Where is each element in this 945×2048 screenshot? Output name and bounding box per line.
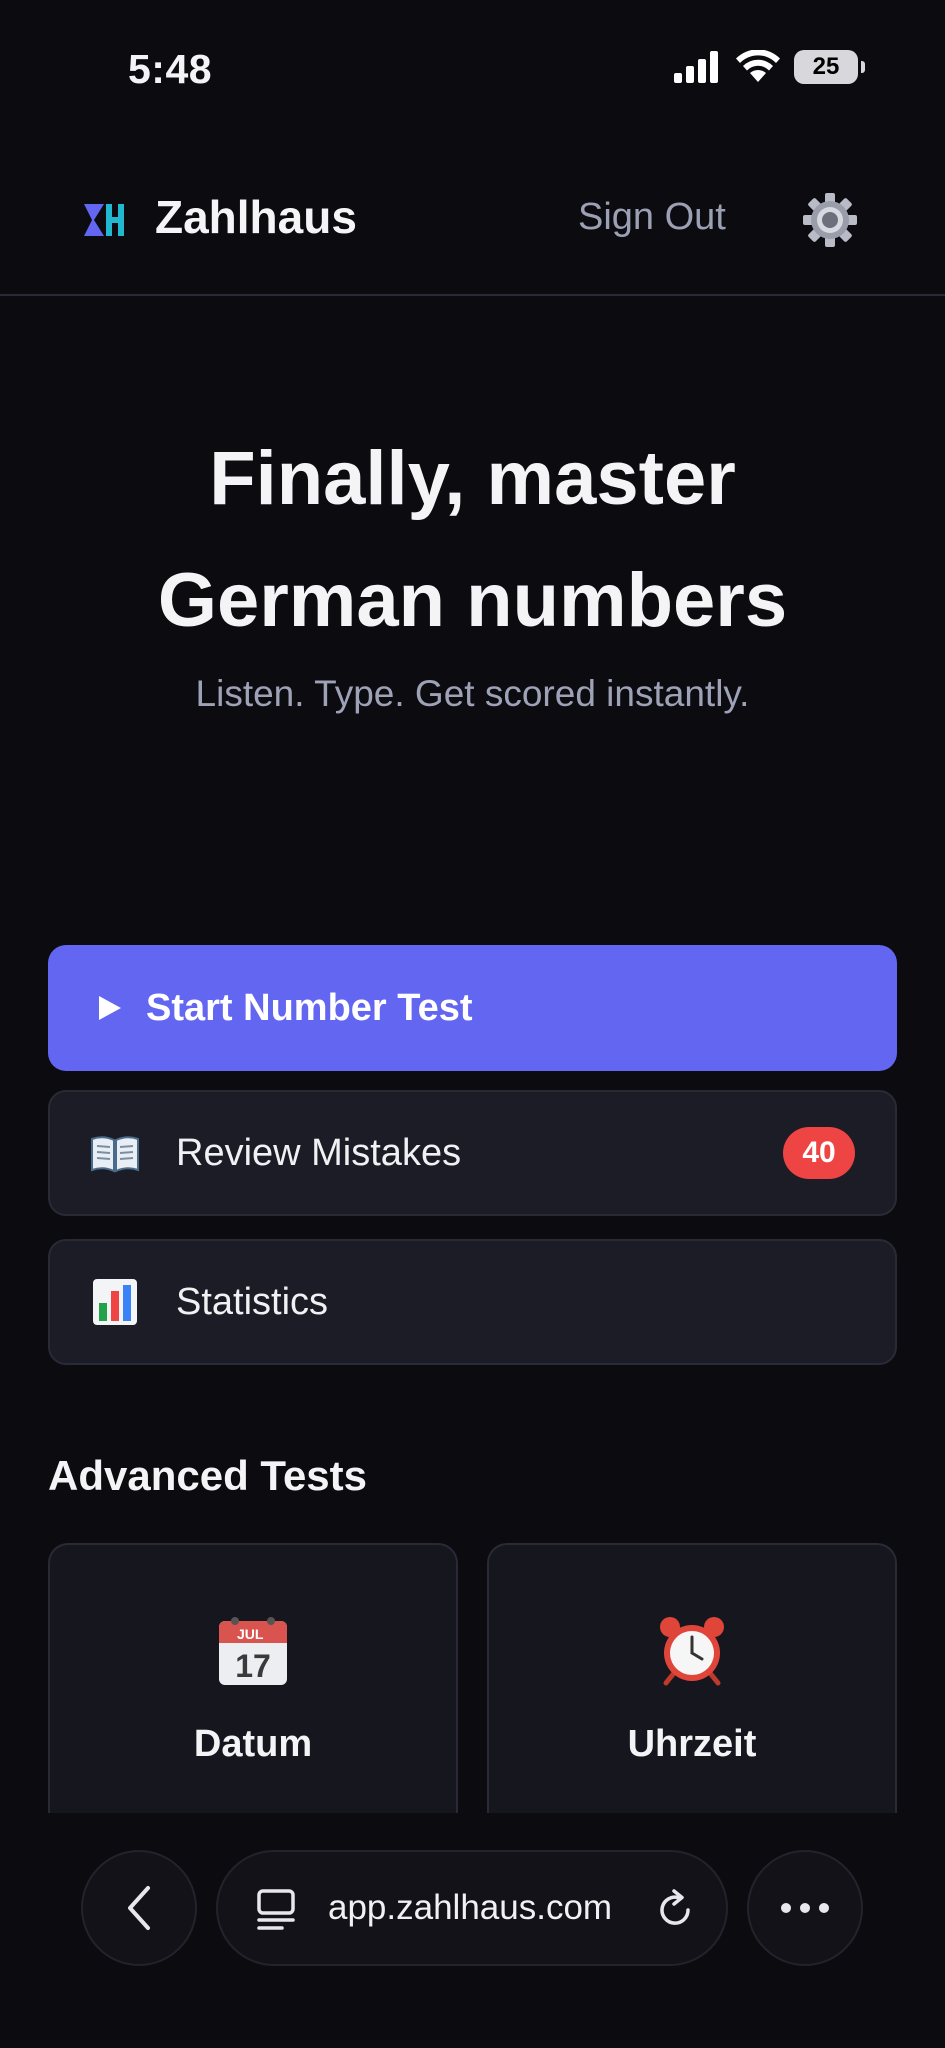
calendar-month-text: JUL bbox=[237, 1626, 264, 1642]
signal-icon bbox=[674, 51, 718, 83]
advanced-tests-heading: Advanced Tests bbox=[48, 1452, 367, 1499]
bar-chart-icon bbox=[90, 1277, 140, 1327]
wifi-icon bbox=[736, 50, 780, 82]
play-icon bbox=[84, 983, 134, 1033]
battery-icon: 25 bbox=[794, 50, 865, 84]
alarm-clock-icon bbox=[489, 1615, 895, 1687]
open-book-icon bbox=[90, 1128, 140, 1178]
status-time: 5:48 bbox=[128, 46, 213, 92]
zahlhaus-logo-icon[interactable] bbox=[82, 198, 126, 242]
datum-test-card[interactable]: JUL 17 Datum bbox=[48, 1543, 458, 1813]
reload-icon[interactable] bbox=[654, 1888, 696, 1932]
more-icon bbox=[781, 1903, 829, 1913]
calendar-icon: JUL 17 bbox=[50, 1615, 456, 1687]
app-name: Zahlhaus bbox=[155, 191, 357, 243]
app-header: Zahlhaus Sign Out bbox=[0, 170, 945, 296]
sign-out-button[interactable]: Sign Out bbox=[578, 196, 726, 239]
hero-subtitle: Listen. Type. Get scored instantly. bbox=[195, 673, 750, 714]
browser-more-button[interactable] bbox=[747, 1850, 863, 1966]
uhrzeit-card-label: Uhrzeit bbox=[627, 1723, 757, 1765]
address-bar[interactable]: app.zahlhaus.com bbox=[216, 1850, 728, 1966]
status-bar: 5:48 25 bbox=[0, 0, 945, 140]
status-icons: 25 bbox=[674, 50, 865, 84]
hero-title-line1: Finally, master bbox=[209, 436, 736, 521]
app-screen: 5:48 25 Zahlhaus Sign Out Finally, maste… bbox=[0, 0, 945, 2048]
battery-nub bbox=[861, 61, 865, 73]
review-mistakes-button[interactable]: Review Mistakes 40 bbox=[48, 1090, 897, 1216]
hero-title: Finally, master German numbers bbox=[0, 418, 945, 662]
calendar-day-text: 17 bbox=[235, 1648, 271, 1684]
battery-level: 25 bbox=[794, 50, 858, 84]
gear-icon[interactable] bbox=[802, 192, 858, 248]
start-number-test-label: Start Number Test bbox=[146, 986, 473, 1029]
review-mistakes-label: Review Mistakes bbox=[176, 1131, 462, 1174]
back-chevron-icon bbox=[128, 1886, 150, 1930]
battery-text: 25 bbox=[812, 53, 840, 80]
url-text: app.zahlhaus.com bbox=[328, 1888, 613, 1927]
hero-title-line2: German numbers bbox=[157, 558, 788, 643]
uhrzeit-test-card[interactable]: Uhrzeit bbox=[487, 1543, 897, 1813]
start-number-test-button[interactable]: Start Number Test bbox=[48, 945, 897, 1071]
browser-toolbar: app.zahlhaus.com bbox=[0, 1813, 945, 2048]
browser-back-button[interactable] bbox=[81, 1850, 197, 1966]
mistakes-count-badge: 40 bbox=[783, 1127, 855, 1179]
tabs-icon bbox=[257, 1889, 295, 1930]
statistics-label: Statistics bbox=[176, 1280, 329, 1323]
datum-card-label: Datum bbox=[193, 1723, 313, 1765]
statistics-button[interactable]: Statistics bbox=[48, 1239, 897, 1365]
